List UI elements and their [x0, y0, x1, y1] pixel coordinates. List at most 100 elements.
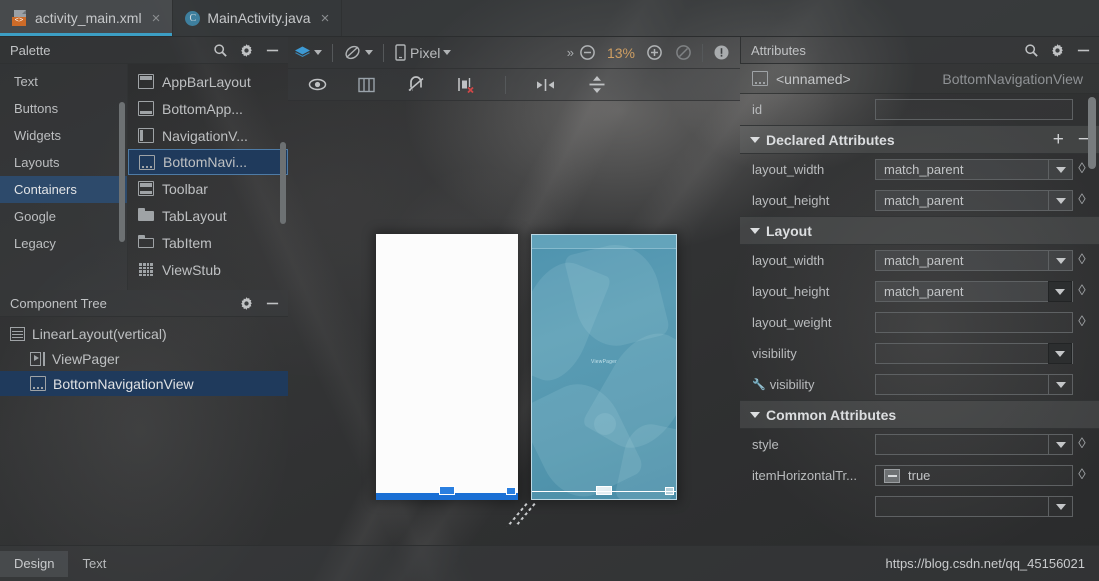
palette-category-google[interactable]: Google: [0, 203, 127, 230]
zoom-out-button[interactable]: [573, 44, 602, 61]
tab-text[interactable]: Text: [68, 551, 120, 577]
attribute-row-declared-layout-width[interactable]: layout_width match_parent ◊: [740, 154, 1099, 185]
canvas-resize-affordance[interactable]: [506, 499, 562, 541]
show-constraints-button[interactable]: [302, 77, 333, 92]
palette-item-toolbar[interactable]: Toolbar: [128, 175, 288, 202]
gear-icon[interactable]: [239, 296, 254, 311]
resize-handle-center[interactable]: [439, 486, 455, 495]
palette-category-scrollbar[interactable]: [119, 102, 125, 242]
design-mode-button[interactable]: [288, 45, 328, 61]
tools-visibility-input[interactable]: [875, 374, 1073, 395]
attribute-row-layout-weight[interactable]: layout_weight ◊: [740, 307, 1099, 338]
design-canvas[interactable]: ViewPager: [288, 101, 740, 545]
attribute-row-partial[interactable]: [740, 491, 1099, 522]
attribute-row-itemhorizontaltranslation[interactable]: itemHorizontalTr... true ◊: [740, 460, 1099, 491]
tab-design[interactable]: Design: [0, 550, 69, 577]
palette-item-bottomappbar[interactable]: BottomApp...: [128, 95, 288, 122]
attribute-row-style[interactable]: style ◊: [740, 429, 1099, 460]
blueprint-resize-handle-center[interactable]: [596, 486, 612, 495]
pack-horizontal-button[interactable]: [528, 78, 563, 92]
orientation-button[interactable]: [337, 44, 379, 61]
zoom-in-button[interactable]: [640, 44, 669, 61]
guidelines-button[interactable]: [351, 77, 382, 93]
search-icon[interactable]: [1024, 43, 1039, 58]
zoom-fit-button[interactable]: [669, 44, 698, 61]
attribute-row-tools-visibility[interactable]: 🔧 visibility: [740, 369, 1099, 400]
device-selector[interactable]: Pixel: [388, 44, 457, 61]
tree-node-bottomnavigationview[interactable]: BottomNavigationView: [0, 371, 288, 396]
resource-picker-icon[interactable]: ◊: [1073, 467, 1091, 484]
attribute-row-id[interactable]: id: [740, 94, 1099, 125]
section-common-attributes[interactable]: Common Attributes: [740, 400, 1099, 429]
palette-category-containers[interactable]: Containers: [0, 176, 127, 203]
layout-height-input[interactable]: match_parent: [875, 190, 1073, 211]
tree-node-viewpager[interactable]: ViewPager: [0, 346, 288, 371]
palette-category-legacy[interactable]: Legacy: [0, 230, 127, 257]
chevron-down-icon[interactable]: [1048, 496, 1072, 517]
tab-activity-main-xml[interactable]: <> activity_main.xml ×: [0, 0, 173, 36]
minimize-icon[interactable]: [1076, 43, 1091, 58]
attribute-row-layout-height[interactable]: layout_height match_parent ◊: [740, 276, 1099, 307]
minimize-icon[interactable]: [265, 296, 280, 311]
section-layout[interactable]: Layout: [740, 216, 1099, 245]
palette-item-appbarlayout[interactable]: AppBarLayout: [128, 68, 288, 95]
visibility-input[interactable]: [875, 343, 1073, 364]
layout-height-input[interactable]: match_parent: [875, 281, 1073, 302]
tab-mainactivity-java[interactable]: C MainActivity.java ×: [173, 0, 342, 36]
checkbox-indeterminate[interactable]: [884, 468, 900, 483]
autoconnect-button[interactable]: [400, 76, 432, 93]
chevron-down-icon[interactable]: [1048, 190, 1072, 211]
minimize-icon[interactable]: [265, 43, 280, 58]
itemhorizontaltranslation-input[interactable]: true: [875, 465, 1073, 486]
chevron-down-icon[interactable]: [1048, 159, 1072, 180]
attribute-row-visibility[interactable]: visibility: [740, 338, 1099, 369]
resource-picker-icon[interactable]: ◊: [1073, 314, 1091, 331]
chevron-down-icon[interactable]: [1048, 250, 1072, 271]
chevron-down-icon[interactable]: [1048, 343, 1072, 364]
gear-icon[interactable]: [1050, 43, 1065, 58]
chevron-down-icon[interactable]: [1048, 434, 1072, 455]
device-preview-blueprint[interactable]: ViewPager: [531, 234, 677, 500]
resource-picker-icon[interactable]: ◊: [1073, 252, 1091, 269]
attributes-list[interactable]: id Declared Attributes + − layout_width …: [740, 94, 1099, 545]
layout-width-input[interactable]: match_parent: [875, 159, 1073, 180]
close-icon[interactable]: ×: [151, 11, 162, 26]
chevron-down-icon[interactable]: [365, 50, 373, 55]
palette-category-widgets[interactable]: Widgets: [0, 122, 127, 149]
style-input[interactable]: [875, 434, 1073, 455]
clear-constraints-button[interactable]: [450, 76, 483, 93]
palette-category-buttons[interactable]: Buttons: [0, 95, 127, 122]
blueprint-resize-handle-right[interactable]: [665, 487, 674, 495]
palette-item-navigationview[interactable]: NavigationV...: [128, 122, 288, 149]
add-attribute-button[interactable]: +: [1053, 130, 1064, 149]
palette-category-text[interactable]: Text: [0, 68, 127, 95]
palette-item-bottomnavigationview[interactable]: BottomNavi...: [128, 149, 288, 175]
attributes-scrollbar[interactable]: [1088, 97, 1096, 169]
device-preview-render[interactable]: [376, 234, 518, 500]
chevron-down-icon[interactable]: [1048, 374, 1072, 395]
pack-vertical-button[interactable]: [581, 75, 613, 94]
palette-item-tabitem[interactable]: TabItem: [128, 229, 288, 256]
resource-picker-icon[interactable]: ◊: [1073, 192, 1091, 209]
chevron-down-icon[interactable]: [314, 50, 322, 55]
chevron-down-icon[interactable]: [1048, 281, 1072, 302]
tree-node-linearlayout[interactable]: LinearLayout(vertical): [0, 321, 288, 346]
partial-input[interactable]: [875, 496, 1073, 517]
palette-item-tablayout[interactable]: TabLayout: [128, 202, 288, 229]
palette-item-scrollbar[interactable]: [280, 142, 286, 224]
palette-category-layouts[interactable]: Layouts: [0, 149, 127, 176]
close-icon[interactable]: ×: [320, 11, 331, 26]
search-icon[interactable]: [213, 43, 228, 58]
resize-handle-right[interactable]: [506, 487, 516, 495]
palette-item-viewstub[interactable]: ViewStub: [128, 256, 288, 283]
resource-picker-icon[interactable]: ◊: [1073, 436, 1091, 453]
attribute-row-declared-layout-height[interactable]: layout_height match_parent ◊: [740, 185, 1099, 216]
attribute-row-layout-width[interactable]: layout_width match_parent ◊: [740, 245, 1099, 276]
layout-width-input[interactable]: match_parent: [875, 250, 1073, 271]
gear-icon[interactable]: [239, 43, 254, 58]
resource-picker-icon[interactable]: ◊: [1073, 283, 1091, 300]
chevron-down-icon[interactable]: [443, 50, 452, 55]
section-declared-attributes[interactable]: Declared Attributes + −: [740, 125, 1099, 154]
warnings-button[interactable]: [707, 44, 736, 61]
id-input[interactable]: [875, 99, 1073, 120]
